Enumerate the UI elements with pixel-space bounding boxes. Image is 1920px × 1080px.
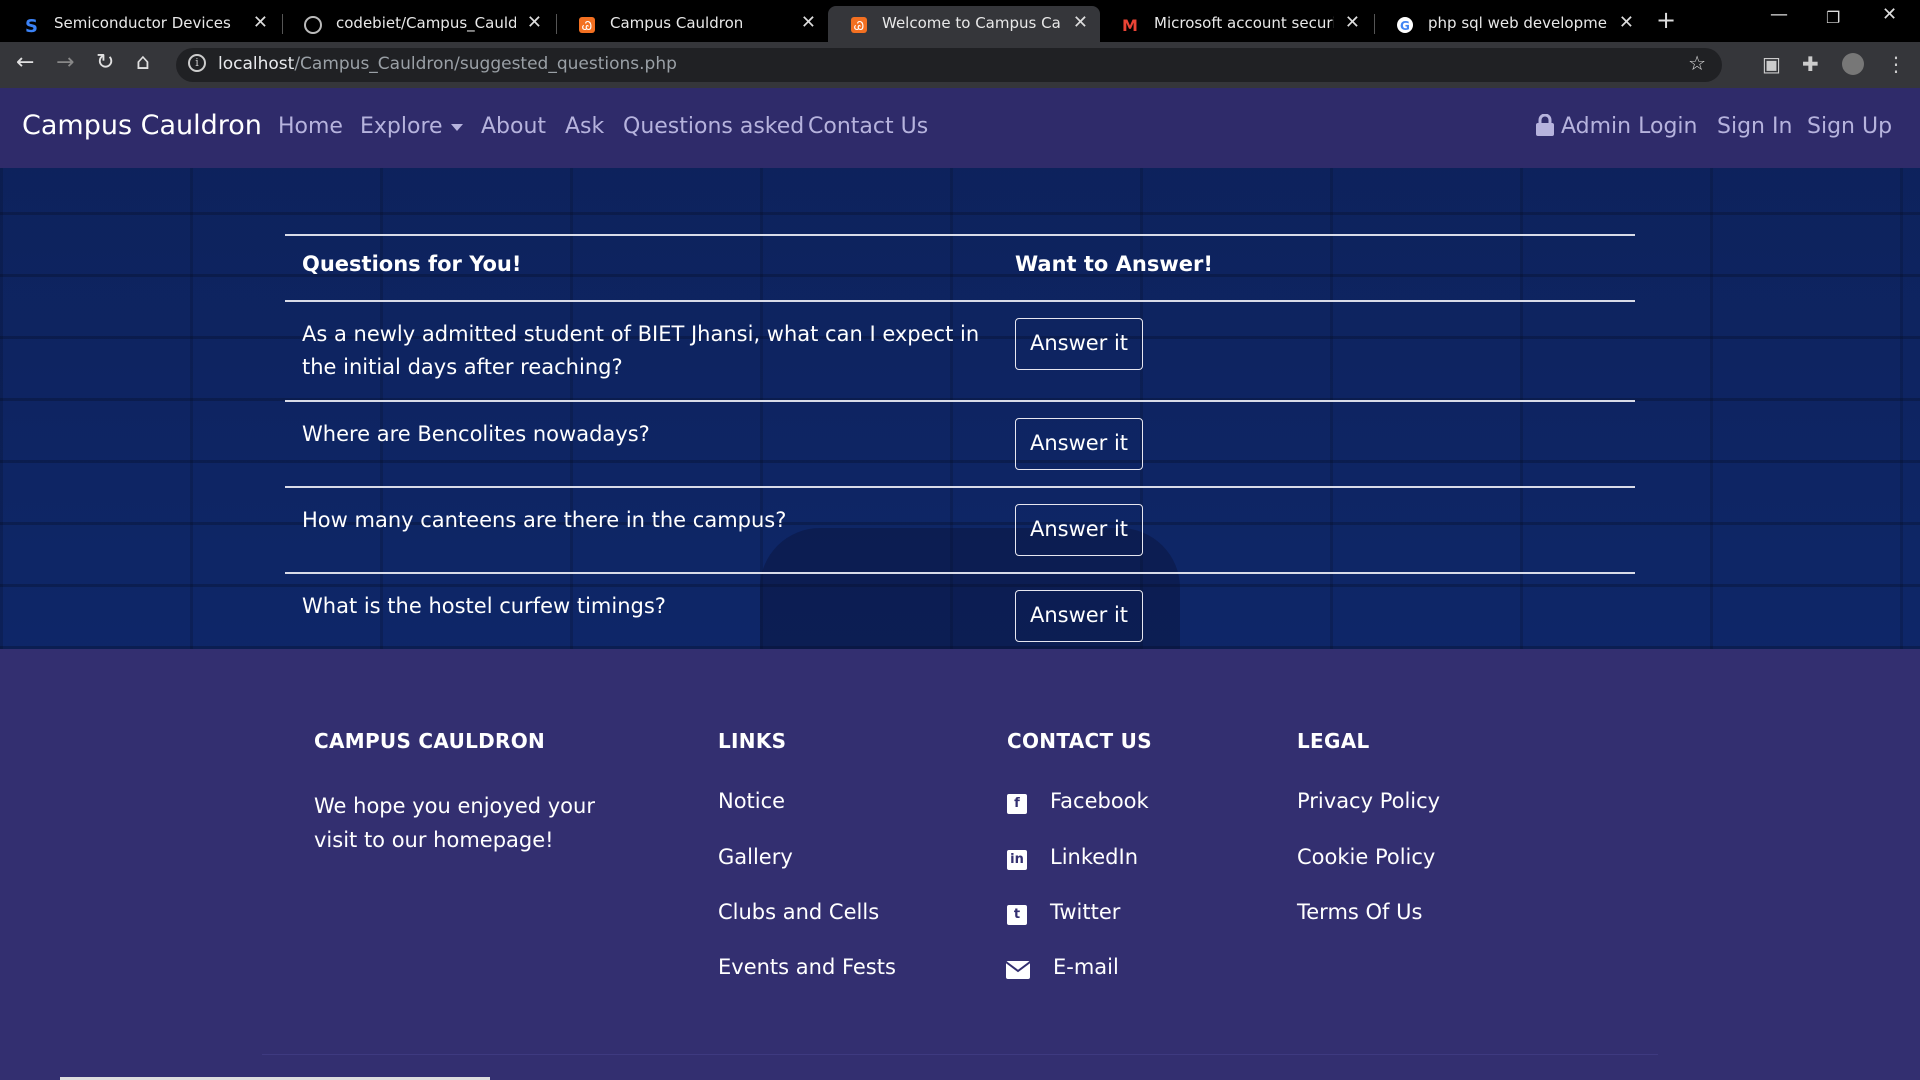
twitter-icon: t <box>1007 905 1027 925</box>
window-close-icon[interactable]: ✕ <box>1882 4 1897 25</box>
profile-avatar-icon[interactable] <box>1842 53 1864 75</box>
back-icon[interactable]: ← <box>16 50 34 75</box>
puzzle-icon[interactable]: ✚ <box>1802 52 1819 76</box>
facebook-icon: f <box>1007 794 1027 814</box>
footer-link-events[interactable]: Events and Fests <box>718 955 896 979</box>
nav-home[interactable]: Home <box>278 114 343 139</box>
close-tab-icon[interactable]: ✕ <box>1345 12 1360 33</box>
footer-link-gallery[interactable]: Gallery <box>718 845 793 869</box>
footer-contact-heading: CONTACT US <box>1007 729 1152 753</box>
google-icon: G <box>1396 16 1414 34</box>
caret-down-icon <box>450 123 463 131</box>
site-brand[interactable]: Campus Cauldron <box>22 110 262 141</box>
browser-toolbar: ← → ↻ ⌂ i localhost/Campus_Cauldron/sugg… <box>0 42 1920 88</box>
nav-questions-asked[interactable]: Questions asked <box>623 114 804 139</box>
footer-about-heading: CAMPUS CAULDRON <box>314 729 546 753</box>
close-tab-icon[interactable]: ✕ <box>527 12 542 33</box>
close-tab-icon[interactable]: ✕ <box>1073 12 1088 33</box>
kebab-menu-icon[interactable]: ⋮ <box>1886 52 1906 76</box>
lock-icon <box>1536 113 1554 136</box>
info-icon[interactable]: i <box>188 54 206 72</box>
footer-link-terms[interactable]: Terms Of Us <box>1297 900 1422 924</box>
browser-tab-bar: S Semiconductor Devices and C ✕ codebiet… <box>0 0 1920 42</box>
question-text: How many canteens are there in the campu… <box>302 508 787 532</box>
address-bar[interactable]: i localhost/Campus_Cauldron/suggested_qu… <box>176 48 1722 82</box>
reload-icon[interactable]: ↻ <box>96 50 114 75</box>
questions-section: Questions for You! Want to Answer! As a … <box>0 168 1920 649</box>
svg-text:Ꮚ: Ꮚ <box>582 19 592 33</box>
footer-contact-linkedin[interactable]: LinkedIn <box>1050 845 1138 869</box>
browser-tab[interactable]: S Semiconductor Devices and C ✕ <box>0 6 280 42</box>
gmail-icon: M <box>1122 16 1140 35</box>
footer-divider <box>262 1054 1658 1055</box>
nav-ask[interactable]: Ask <box>565 114 604 139</box>
url-text[interactable]: localhost/Campus_Cauldron/suggested_ques… <box>218 54 677 74</box>
svg-text:S: S <box>25 16 38 34</box>
s-logo-icon: S <box>22 16 40 37</box>
new-tab-icon[interactable]: + <box>1656 6 1676 34</box>
github-icon <box>304 16 322 34</box>
close-tab-icon[interactable]: ✕ <box>253 12 268 33</box>
footer-legal-heading: LEGAL <box>1297 729 1370 753</box>
home-icon[interactable]: ⌂ <box>136 50 150 75</box>
svg-text:Ꮚ: Ꮚ <box>854 19 864 33</box>
bookmark-star-icon[interactable]: ☆ <box>1688 51 1706 75</box>
nav-about[interactable]: About <box>481 114 546 139</box>
site-footer: CAMPUS CAULDRON We hope you enjoyed your… <box>0 649 1920 1080</box>
envelope-icon <box>1006 961 1030 979</box>
browser-tab[interactable]: G php sql web development gr ✕ <box>1374 6 1646 42</box>
question-text: As a newly admitted student of BIET Jhan… <box>302 322 980 379</box>
footer-link-privacy[interactable]: Privacy Policy <box>1297 789 1440 813</box>
sign-in-link[interactable]: Sign In <box>1717 114 1792 139</box>
footer-links-heading: LINKS <box>718 729 787 753</box>
svg-text:G: G <box>1400 19 1410 33</box>
nav-contact-us[interactable]: Contact Us <box>808 114 928 139</box>
restore-icon[interactable]: ❐ <box>1826 8 1840 27</box>
answer-it-button[interactable]: Answer it <box>1015 590 1143 642</box>
extension-square-icon[interactable]: ▣ <box>1762 52 1781 76</box>
admin-login-link[interactable]: Admin Login <box>1535 113 1697 139</box>
nav-explore[interactable]: Explore <box>360 114 463 139</box>
questions-column-header: Questions for You! <box>302 252 522 276</box>
site-navbar: Campus Cauldron Home Explore About Ask Q… <box>0 88 1920 168</box>
answer-it-button[interactable]: Answer it <box>1015 504 1143 556</box>
browser-tab[interactable]: codebiet/Campus_Cauldron: ✕ <box>282 6 554 42</box>
sign-up-link[interactable]: Sign Up <box>1807 114 1892 139</box>
close-tab-icon[interactable]: ✕ <box>1619 12 1634 33</box>
xampp-icon: Ꮚ <box>578 16 596 34</box>
question-text: What is the hostel curfew timings? <box>302 594 666 618</box>
minimize-icon[interactable]: — <box>1770 4 1788 25</box>
forward-icon[interactable]: → <box>56 50 74 75</box>
close-tab-icon[interactable]: ✕ <box>801 12 816 33</box>
footer-link-notice[interactable]: Notice <box>718 789 785 813</box>
footer-link-cookie[interactable]: Cookie Policy <box>1297 845 1435 869</box>
browser-tab[interactable]: M Microsoft account security c ✕ <box>1100 6 1372 42</box>
footer-contact-twitter[interactable]: Twitter <box>1050 900 1120 924</box>
linkedin-icon: in <box>1007 850 1027 870</box>
answer-column-header: Want to Answer! <box>1015 252 1213 276</box>
footer-contact-facebook[interactable]: Facebook <box>1050 789 1149 813</box>
browser-tab[interactable]: Ꮚ Campus Cauldron ✕ <box>556 6 828 42</box>
xampp-icon: Ꮚ <box>850 16 868 34</box>
svg-text:M: M <box>1122 16 1138 34</box>
answer-it-button[interactable]: Answer it <box>1015 418 1143 470</box>
footer-link-clubs[interactable]: Clubs and Cells <box>718 900 879 924</box>
question-text: Where are Bencolites nowadays? <box>302 422 650 446</box>
answer-it-button[interactable]: Answer it <box>1015 318 1143 370</box>
footer-about-text: We hope you enjoyed your visit to our ho… <box>314 794 595 852</box>
footer-contact-email[interactable]: E-mail <box>1053 955 1119 979</box>
browser-tab-active[interactable]: Ꮚ Welcome to Campus Cauldro ✕ <box>828 6 1100 42</box>
